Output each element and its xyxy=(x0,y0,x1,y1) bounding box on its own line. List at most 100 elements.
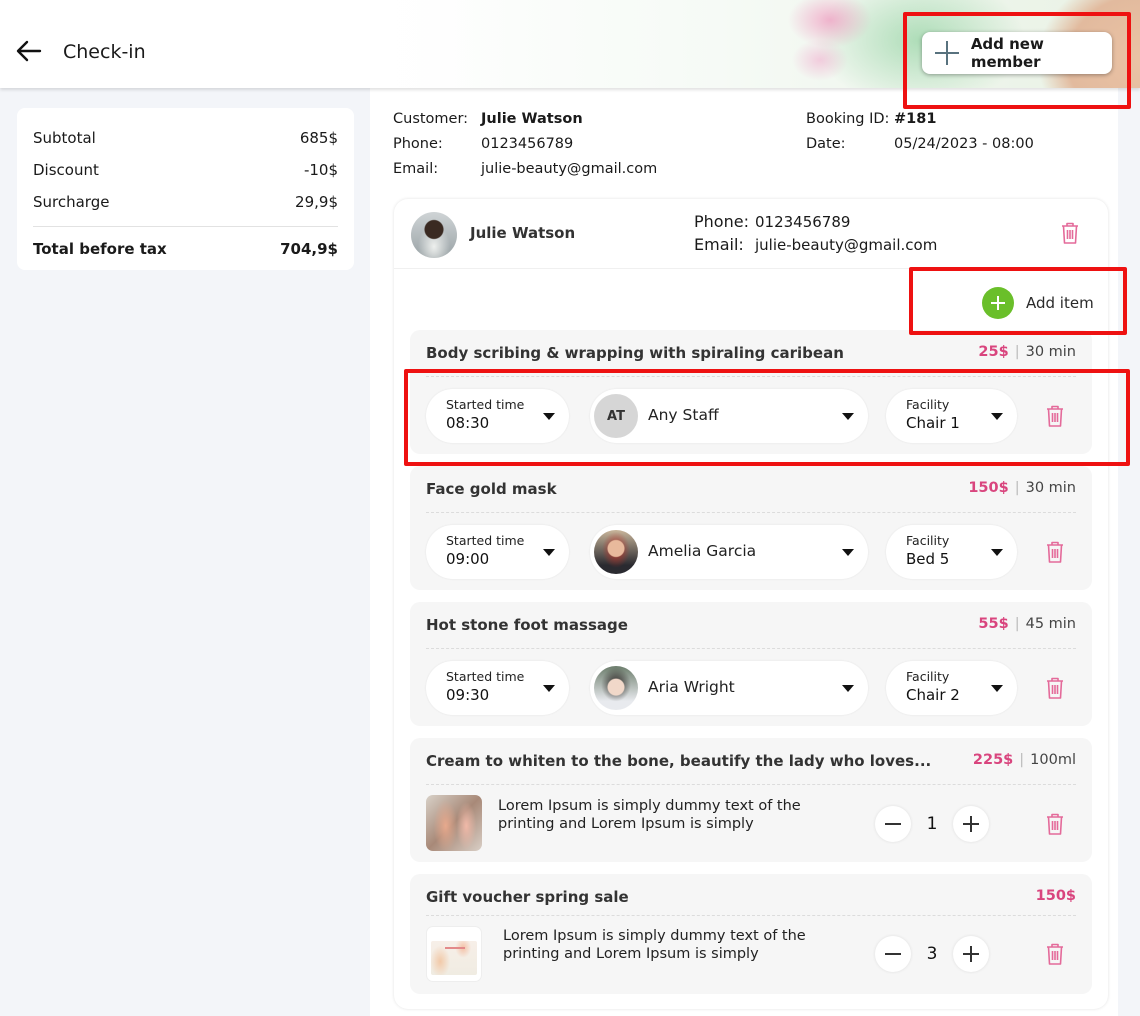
started-time-dropdown[interactable]: Started time 09:30 xyxy=(426,661,569,715)
delete-service-button[interactable] xyxy=(1044,676,1066,700)
staff-dropdown[interactable]: Amelia Garcia xyxy=(590,525,868,579)
product-description: Lorem Ipsum is simply dummy text of the … xyxy=(498,798,801,832)
service-meta: 55$ | 45 min xyxy=(978,616,1076,632)
add-new-member-button[interactable]: Add new member xyxy=(922,32,1112,74)
dashed-divider xyxy=(426,376,1076,377)
delete-service-button[interactable] xyxy=(1044,540,1066,564)
service-duration: 30 min xyxy=(1025,480,1076,496)
booking-panel: Customer: Julie Watson Phone: 0123456789 E… xyxy=(370,88,1140,1016)
quantity-value: 3 xyxy=(926,944,938,964)
member-email: julie-beauty@gmail.com xyxy=(755,235,938,254)
staff-name: Any Staff xyxy=(648,406,719,424)
started-time-value: 09:30 xyxy=(446,686,490,704)
booking-date: 05/24/2023 - 08:00 xyxy=(894,135,1034,152)
started-time-label: Started time xyxy=(446,397,525,412)
caret-down-icon xyxy=(842,413,854,420)
summary-row-surcharge: Surcharge 29,9$ xyxy=(33,186,338,218)
product-unit: 100ml xyxy=(1030,752,1076,768)
product-title: Gift voucher spring sale xyxy=(426,888,629,906)
product-title: Cream to whiten to the bone, beautify th… xyxy=(426,752,932,770)
scrollbar-track[interactable] xyxy=(1118,88,1140,1016)
summary-row-discount: Discount -10$ xyxy=(33,154,338,186)
member-email-label: Email: xyxy=(694,235,744,254)
customer-name: Julie Watson xyxy=(481,110,583,127)
caret-down-icon xyxy=(842,685,854,692)
add-item-button[interactable]: Add item xyxy=(982,287,1094,319)
member-name: Julie Watson xyxy=(470,224,576,242)
product-price: 150$ xyxy=(1035,888,1076,904)
delete-service-button[interactable] xyxy=(1044,404,1066,428)
delete-member-button[interactable] xyxy=(1059,221,1081,245)
summary-row-subtotal: Subtotal 685$ xyxy=(33,122,338,154)
total-label: Total before tax xyxy=(33,240,167,258)
customer-label: Customer: xyxy=(393,110,469,127)
increase-quantity-button[interactable] xyxy=(953,806,989,842)
service-meta: 25$ | 30 min xyxy=(978,344,1076,360)
delete-product-button[interactable] xyxy=(1044,942,1066,966)
booking-id-label: Booking ID: xyxy=(806,110,890,127)
dashed-divider xyxy=(426,512,1076,513)
caret-down-icon xyxy=(991,413,1003,420)
service-title: Face gold mask xyxy=(426,480,557,498)
facility-label: Facility xyxy=(906,669,950,684)
booking-info: Booking ID: #181 Date: 05/24/2023 - 08:00 xyxy=(806,106,1034,156)
service-item: Body scribing & wrapping with spiraling … xyxy=(410,330,1092,454)
dashed-divider xyxy=(426,784,1076,785)
service-price: 55$ xyxy=(978,616,1009,632)
total-value: 704,9$ xyxy=(280,240,338,258)
trash-icon xyxy=(1047,943,1063,965)
started-time-label: Started time xyxy=(446,533,525,548)
member-header: Julie Watson Phone: 0123456789 Email: juli… xyxy=(394,199,1108,269)
booking-id: #181 xyxy=(894,110,937,127)
service-price: 25$ xyxy=(978,344,1009,360)
dashed-divider xyxy=(426,648,1076,649)
facility-dropdown[interactable]: Facility Bed 5 xyxy=(886,525,1017,579)
staff-initials-avatar: AT xyxy=(594,394,638,438)
product-thumbnail xyxy=(426,795,482,851)
member-avatar xyxy=(411,212,457,258)
customer-phone: 0123456789 xyxy=(481,135,574,152)
summary-label: Discount xyxy=(33,161,99,179)
arrow-left-icon xyxy=(16,40,42,62)
product-description: Lorem Ipsum is simply dummy text of the … xyxy=(503,928,806,962)
summary-row-total: Total before tax 704,9$ xyxy=(33,233,338,265)
facility-dropdown[interactable]: Facility Chair 2 xyxy=(886,661,1017,715)
staff-avatar xyxy=(594,530,638,574)
caret-down-icon xyxy=(543,685,555,692)
service-price: 150$ xyxy=(968,480,1009,496)
summary-value: 29,9$ xyxy=(295,193,338,211)
caret-down-icon xyxy=(991,685,1003,692)
summary-divider xyxy=(33,226,338,227)
caret-down-icon xyxy=(842,549,854,556)
facility-label: Facility xyxy=(906,533,950,548)
decrease-quantity-button[interactable] xyxy=(875,806,911,842)
member-contact: Phone: 0123456789 Email: julie-beauty@gmai… xyxy=(694,210,937,256)
delete-product-button[interactable] xyxy=(1044,812,1066,836)
service-duration: 30 min xyxy=(1025,344,1076,360)
dashed-divider xyxy=(426,915,1076,916)
plus-icon xyxy=(934,40,959,66)
date-label: Date: xyxy=(806,135,846,152)
price-summary-card: Subtotal 685$ Discount -10$ Surcharge 29… xyxy=(17,108,354,270)
staff-name: Amelia Garcia xyxy=(648,542,757,560)
started-time-dropdown[interactable]: Started time 09:00 xyxy=(426,525,569,579)
trash-icon xyxy=(1047,541,1063,563)
page-title: Check-in xyxy=(63,41,146,63)
service-item: Hot stone foot massage 55$ | 45 min Starte… xyxy=(410,602,1092,726)
facility-dropdown[interactable]: Facility Chair 1 xyxy=(886,389,1017,443)
staff-avatar xyxy=(594,666,638,710)
member-card: Julie Watson Phone: 0123456789 Email: juli… xyxy=(394,199,1108,1009)
product-item: Gift voucher spring sale 150$ Lorem Ipsu… xyxy=(410,874,1092,994)
product-item: Cream to whiten to the bone, beautify th… xyxy=(410,738,1092,862)
started-time-dropdown[interactable]: Started time 08:30 xyxy=(426,389,569,443)
product-meta: 225$ | 100ml xyxy=(972,752,1076,768)
staff-dropdown[interactable]: AT Any Staff xyxy=(590,389,868,443)
decrease-quantity-button[interactable] xyxy=(875,936,911,972)
increase-quantity-button[interactable] xyxy=(953,936,989,972)
member-phone: 0123456789 xyxy=(755,212,851,231)
facility-value: Chair 1 xyxy=(906,414,960,432)
product-meta: 150$ xyxy=(1036,888,1076,904)
staff-dropdown[interactable]: Aria Wright xyxy=(590,661,868,715)
plus-circle-icon xyxy=(982,287,1014,319)
back-button[interactable] xyxy=(14,36,44,66)
